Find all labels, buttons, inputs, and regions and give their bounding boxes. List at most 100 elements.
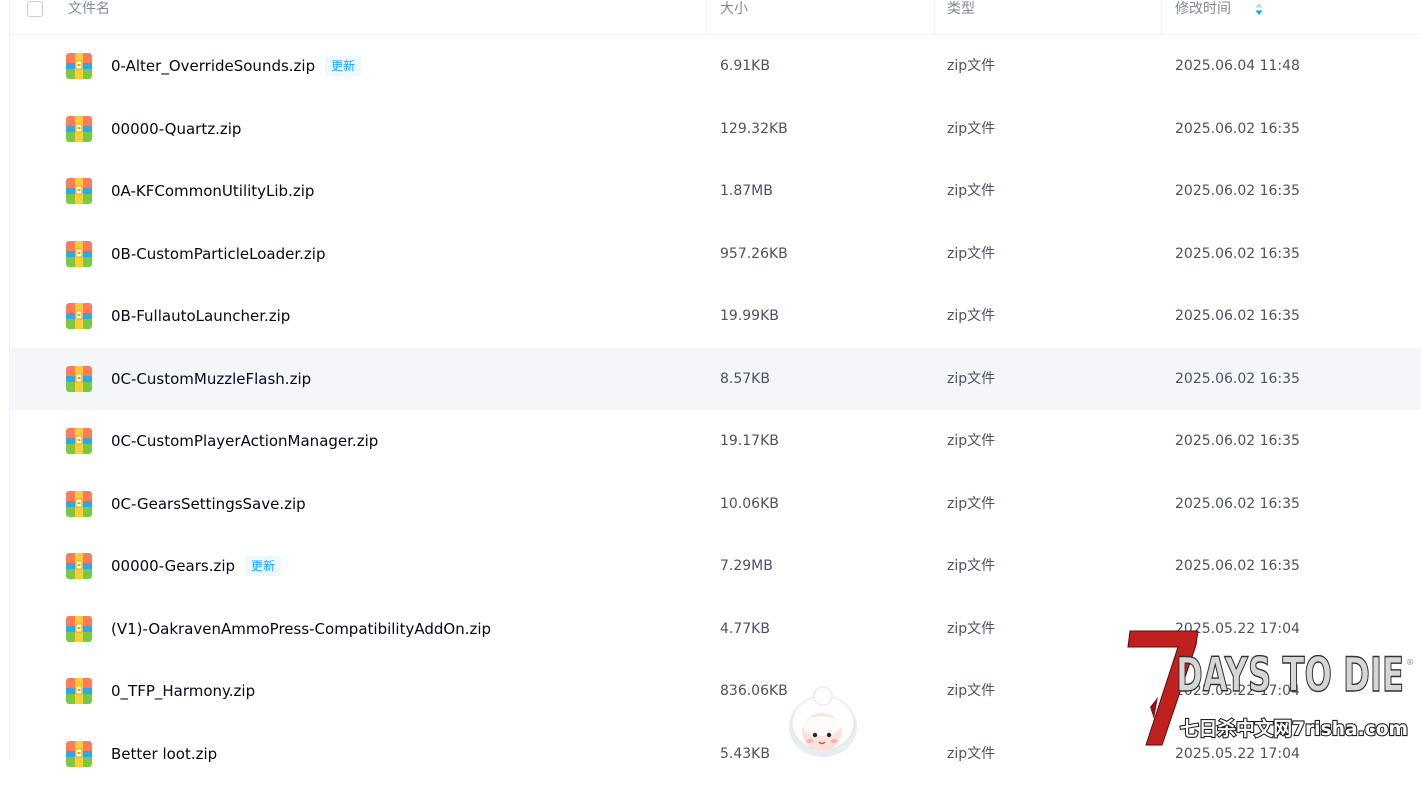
- file-size: 10.06KB: [720, 495, 779, 512]
- update-badge: 更新: [325, 56, 362, 76]
- column-modified-label: 修改时间: [1175, 1, 1231, 17]
- file-name-cell[interactable]: Better loot.zip: [111, 744, 217, 764]
- file-list-header: 文件名 大小 类型 修改时间: [10, 0, 1421, 35]
- file-modified-time: 2025.06.02 16:35: [1175, 183, 1300, 199]
- file-name[interactable]: 0C-CustomMuzzleFlash.zip: [111, 370, 311, 388]
- file-type: zip文件: [947, 58, 996, 74]
- file-name-cell[interactable]: 0A-KFCommonUtilityLib.zip: [111, 181, 314, 201]
- column-header-size[interactable]: 大小: [720, 0, 930, 34]
- select-all-checkbox[interactable]: [27, 1, 43, 17]
- file-type: zip文件: [947, 558, 996, 574]
- file-modified-time: 2025.06.02 16:35: [1175, 308, 1300, 324]
- column-divider: [1161, 0, 1162, 34]
- file-size: 5.43KB: [720, 745, 770, 762]
- column-name-label: 文件名: [68, 1, 110, 17]
- zip-file-icon: [66, 615, 92, 642]
- svg-text:®: ®: [1406, 658, 1414, 667]
- file-size: 4.77KB: [720, 620, 770, 637]
- file-type: zip文件: [947, 745, 996, 762]
- file-name[interactable]: 0C-GearsSettingsSave.zip: [111, 495, 306, 513]
- file-name[interactable]: 00000-Gears.zip: [111, 557, 235, 575]
- watermark-site-text: 七日杀中文网7risha.com: [1180, 717, 1408, 740]
- zip-file-icon: [66, 178, 92, 204]
- file-type: zip文件: [947, 308, 996, 324]
- zip-file-icon: [66, 240, 92, 267]
- file-name-cell[interactable]: 0C-CustomPlayerActionManager.zip: [111, 431, 378, 451]
- file-size: 836.06KB: [720, 683, 788, 699]
- seven-days-to-die-logo: DAYS TO DIE ® 七日杀中文网7risha.com: [1127, 630, 1414, 746]
- left-edge: [0, 0, 10, 760]
- zip-file-icon: [66, 490, 92, 517]
- zip-file-icon: [66, 53, 92, 79]
- file-modified-time: 2025.06.04 11:48: [1175, 58, 1300, 74]
- file-modified-time: 2025.06.02 16:35: [1175, 120, 1300, 137]
- file-size: 129.32KB: [720, 120, 788, 137]
- watermark-logo-text: DAYS TO DIE: [1176, 648, 1404, 703]
- file-name[interactable]: 0C-CustomPlayerActionManager.zip: [111, 432, 378, 450]
- mascot-icon: [789, 686, 857, 757]
- file-name-cell[interactable]: 00000-Gears.zip 更新: [111, 556, 282, 576]
- sort-desc-icon[interactable]: [1254, 2, 1264, 16]
- file-row[interactable]: 0C-CustomPlayerActionManager.zip 19.17KB…: [10, 410, 1421, 472]
- file-type: zip文件: [947, 433, 996, 449]
- file-name[interactable]: 00000-Quartz.zip: [111, 120, 241, 138]
- file-type: zip文件: [947, 683, 996, 699]
- zip-file-icon: [66, 678, 92, 704]
- file-size: 7.29MB: [720, 558, 773, 574]
- file-row[interactable]: 0B-CustomParticleLoader.zip 957.26KB zip…: [10, 223, 1421, 285]
- game-watermark: DAYS TO DIE ® 七日杀中文网7risha.com: [1124, 627, 1414, 747]
- file-type: zip文件: [947, 120, 996, 137]
- column-divider: [934, 0, 935, 34]
- file-size: 19.99KB: [720, 308, 779, 324]
- zip-file-icon: [66, 365, 92, 392]
- file-name[interactable]: 0-Alter_OverrideSounds.zip: [111, 57, 315, 75]
- file-size: 1.87MB: [720, 183, 773, 199]
- zip-file-icon: [66, 115, 92, 142]
- file-name[interactable]: 0A-KFCommonUtilityLib.zip: [111, 182, 314, 200]
- file-type: zip文件: [947, 620, 996, 637]
- column-header-name[interactable]: 文件名: [68, 0, 708, 34]
- file-size: 8.57KB: [720, 370, 770, 387]
- column-header-modified[interactable]: 修改时间: [1175, 0, 1415, 34]
- file-row[interactable]: 00000-Quartz.zip 129.32KB zip文件 2025.06.…: [10, 98, 1421, 160]
- file-size: 957.26KB: [720, 245, 788, 262]
- file-name-cell[interactable]: 0C-CustomMuzzleFlash.zip: [111, 369, 311, 389]
- file-name[interactable]: 0B-CustomParticleLoader.zip: [111, 245, 325, 263]
- file-size: 6.91KB: [720, 58, 770, 74]
- file-type: zip文件: [947, 183, 996, 199]
- file-name-cell[interactable]: 0B-FullautoLauncher.zip: [111, 306, 290, 326]
- file-row[interactable]: 0C-CustomMuzzleFlash.zip 8.57KB zip文件 20…: [10, 347, 1421, 410]
- file-modified-time: 2025.06.02 16:35: [1175, 245, 1300, 262]
- file-size: 19.17KB: [720, 433, 779, 449]
- file-row[interactable]: 0-Alter_OverrideSounds.zip 更新 6.91KB zip文…: [10, 35, 1421, 97]
- column-divider: [706, 0, 707, 34]
- file-name[interactable]: 0B-FullautoLauncher.zip: [111, 307, 290, 325]
- file-name-cell[interactable]: 0-Alter_OverrideSounds.zip 更新: [111, 56, 362, 76]
- column-header-type[interactable]: 类型: [947, 0, 1157, 34]
- file-row[interactable]: 00000-Gears.zip 更新 7.29MB zip文件 2025.06.0…: [10, 535, 1421, 597]
- file-name-cell[interactable]: 00000-Quartz.zip: [111, 119, 241, 139]
- zip-file-icon: [66, 303, 92, 329]
- column-size-label: 大小: [720, 1, 748, 17]
- file-row[interactable]: 0A-KFCommonUtilityLib.zip 1.87MB zip文件 2…: [10, 160, 1421, 222]
- update-badge: 更新: [245, 556, 282, 576]
- file-modified-time: 2025.06.02 16:35: [1175, 433, 1300, 449]
- zip-file-icon: [66, 740, 92, 767]
- file-name[interactable]: 0_TFP_Harmony.zip: [111, 682, 255, 700]
- column-type-label: 类型: [947, 1, 975, 17]
- zip-file-icon: [66, 428, 92, 454]
- file-modified-time: 2025.06.02 16:35: [1175, 495, 1300, 512]
- file-type: zip文件: [947, 245, 996, 262]
- file-type: zip文件: [947, 370, 996, 387]
- file-name-cell[interactable]: (V1)-OakravenAmmoPress-CompatibilityAddO…: [111, 619, 491, 639]
- file-type: zip文件: [947, 495, 996, 512]
- file-name[interactable]: (V1)-OakravenAmmoPress-CompatibilityAddO…: [111, 620, 491, 638]
- file-name-cell[interactable]: 0C-GearsSettingsSave.zip: [111, 494, 306, 514]
- file-modified-time: 2025.06.02 16:35: [1175, 370, 1300, 387]
- file-name-cell[interactable]: 0_TFP_Harmony.zip: [111, 681, 255, 701]
- file-row[interactable]: 0C-GearsSettingsSave.zip 10.06KB zip文件 2…: [10, 473, 1421, 535]
- file-modified-time: 2025.06.02 16:35: [1175, 558, 1300, 574]
- file-name-cell[interactable]: 0B-CustomParticleLoader.zip: [111, 244, 325, 264]
- zip-file-icon: [66, 553, 92, 579]
- file-row[interactable]: 0B-FullautoLauncher.zip 19.99KB zip文件 20…: [10, 285, 1421, 347]
